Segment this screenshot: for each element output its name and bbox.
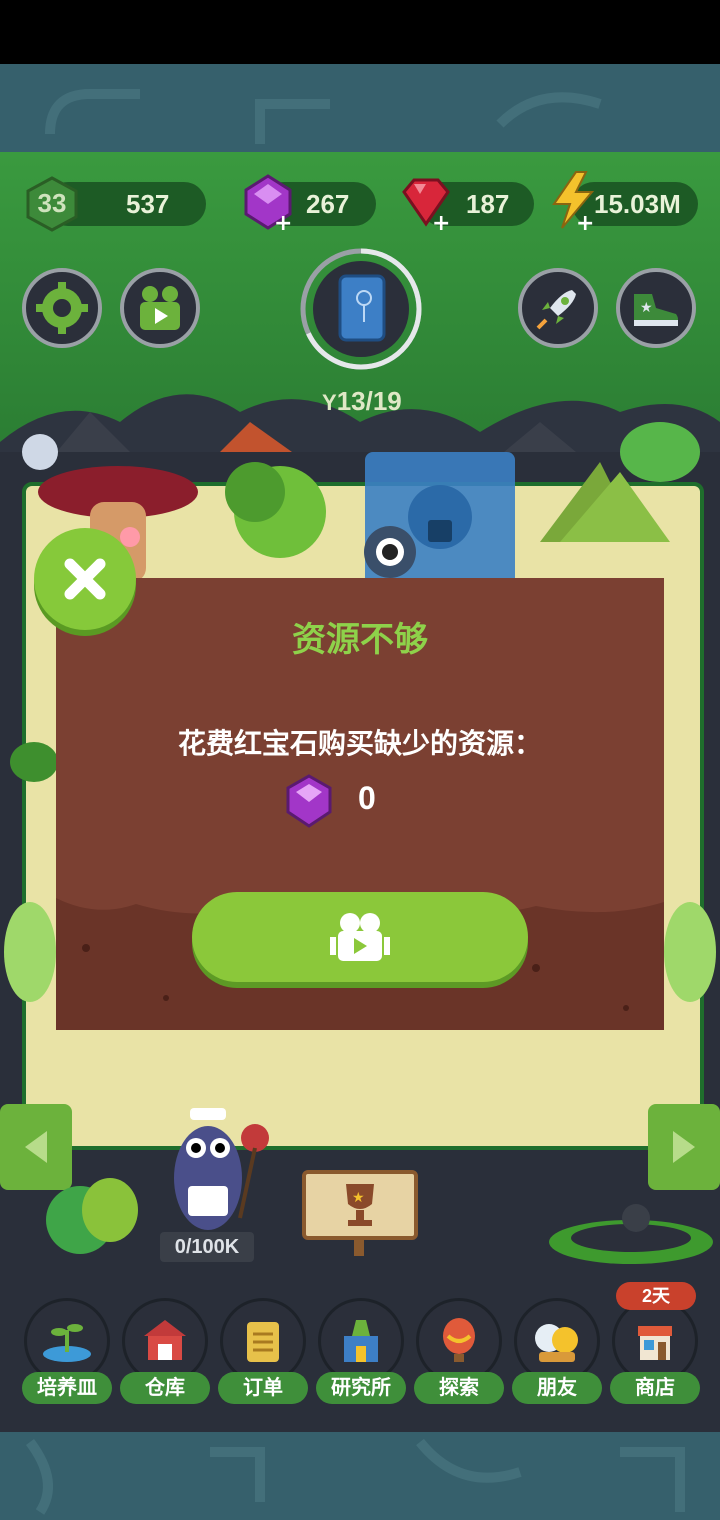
- tab-label: 仓库: [120, 1372, 210, 1404]
- gem-cost-icon: [286, 774, 332, 828]
- tab-petri-dish[interactable]: 培养皿: [22, 1298, 112, 1406]
- sneaker-button[interactable]: ★: [616, 268, 696, 348]
- tab-label: 朋友: [512, 1372, 602, 1404]
- rubies-value: 187: [466, 189, 510, 219]
- tab-label: 探索: [414, 1372, 504, 1404]
- tab-label: 研究所: [316, 1372, 406, 1404]
- gem-cost-value: 0: [358, 780, 376, 816]
- rocket-icon: [536, 290, 576, 330]
- barn-icon: [144, 1320, 186, 1360]
- level-value: 33: [37, 188, 67, 218]
- background-bottom-band: [0, 1432, 720, 1520]
- background-top-band: [0, 64, 720, 152]
- tab-explore[interactable]: 探索: [414, 1298, 504, 1406]
- lab-icon: [344, 1320, 378, 1362]
- svg-text:★: ★: [640, 300, 653, 316]
- trophy-board-post: [354, 1240, 364, 1256]
- plant-progress-value: 13/19: [336, 386, 402, 416]
- tab-warehouse[interactable]: 仓库: [120, 1298, 210, 1406]
- tab-label: 培养皿: [22, 1372, 112, 1404]
- maid-monster-character: [174, 1108, 269, 1230]
- dialog-message: 花费红宝石购买缺少的资源：: [177, 728, 542, 759]
- petri-dish-icon: [43, 1324, 91, 1362]
- close-button[interactable]: [34, 528, 136, 630]
- book-icon: [338, 274, 386, 342]
- close-icon: [64, 558, 106, 600]
- video-camera-icon: [330, 913, 390, 961]
- svg-text:+: +: [576, 211, 594, 230]
- shop-timer-badge: 2天: [616, 1282, 696, 1310]
- coins-value: 537: [126, 189, 170, 219]
- shop-icon: [638, 1326, 672, 1360]
- svg-text:+: +: [432, 211, 450, 232]
- dialog-title: 资源不够: [292, 621, 428, 659]
- ruby-icon: +: [402, 178, 450, 232]
- trophy-board[interactable]: ★: [302, 1170, 418, 1240]
- watch-video-button[interactable]: [192, 892, 528, 982]
- scroll-icon: [247, 1322, 279, 1362]
- plant-progress-label: Y13/19: [322, 386, 402, 417]
- sprout-icon: Y: [322, 390, 337, 415]
- friends-icon: [535, 1324, 578, 1362]
- sneaker-icon: ★: [634, 294, 678, 326]
- lightning-icon: +: [552, 171, 594, 230]
- svg-text:+: +: [274, 211, 292, 232]
- svg-text:★: ★: [352, 1190, 365, 1206]
- tab-orders[interactable]: 订单: [218, 1298, 308, 1406]
- level-badge: 33: [24, 176, 80, 232]
- tab-institute[interactable]: 研究所: [316, 1298, 406, 1406]
- arrow-right-icon: [673, 1131, 695, 1163]
- research-progress-ring[interactable]: [296, 244, 426, 374]
- video-camera-icon: [140, 286, 180, 330]
- gem-icon: +: [244, 174, 292, 232]
- trophy-icon: ★: [346, 1184, 374, 1226]
- next-field-button[interactable]: [648, 1104, 720, 1190]
- tab-friends[interactable]: 朋友: [512, 1298, 602, 1406]
- slime-creature: [549, 1204, 713, 1264]
- tab-label: 订单: [218, 1372, 308, 1404]
- maid-counter: 0/100K: [160, 1232, 254, 1262]
- rocket-button[interactable]: [518, 268, 598, 348]
- energy-value: 15.03M: [594, 189, 681, 219]
- balloon-icon: [443, 1318, 475, 1362]
- tab-shop[interactable]: 商店: [610, 1298, 700, 1406]
- settings-button[interactable]: [22, 268, 102, 348]
- status-bar: [0, 0, 720, 64]
- bush-decoration: [46, 1178, 138, 1254]
- gems-value: 267: [306, 189, 350, 219]
- video-reward-button[interactable]: [120, 268, 200, 348]
- tab-label: 商店: [610, 1372, 700, 1404]
- gear-icon: [36, 282, 88, 334]
- slime-left: [10, 742, 58, 782]
